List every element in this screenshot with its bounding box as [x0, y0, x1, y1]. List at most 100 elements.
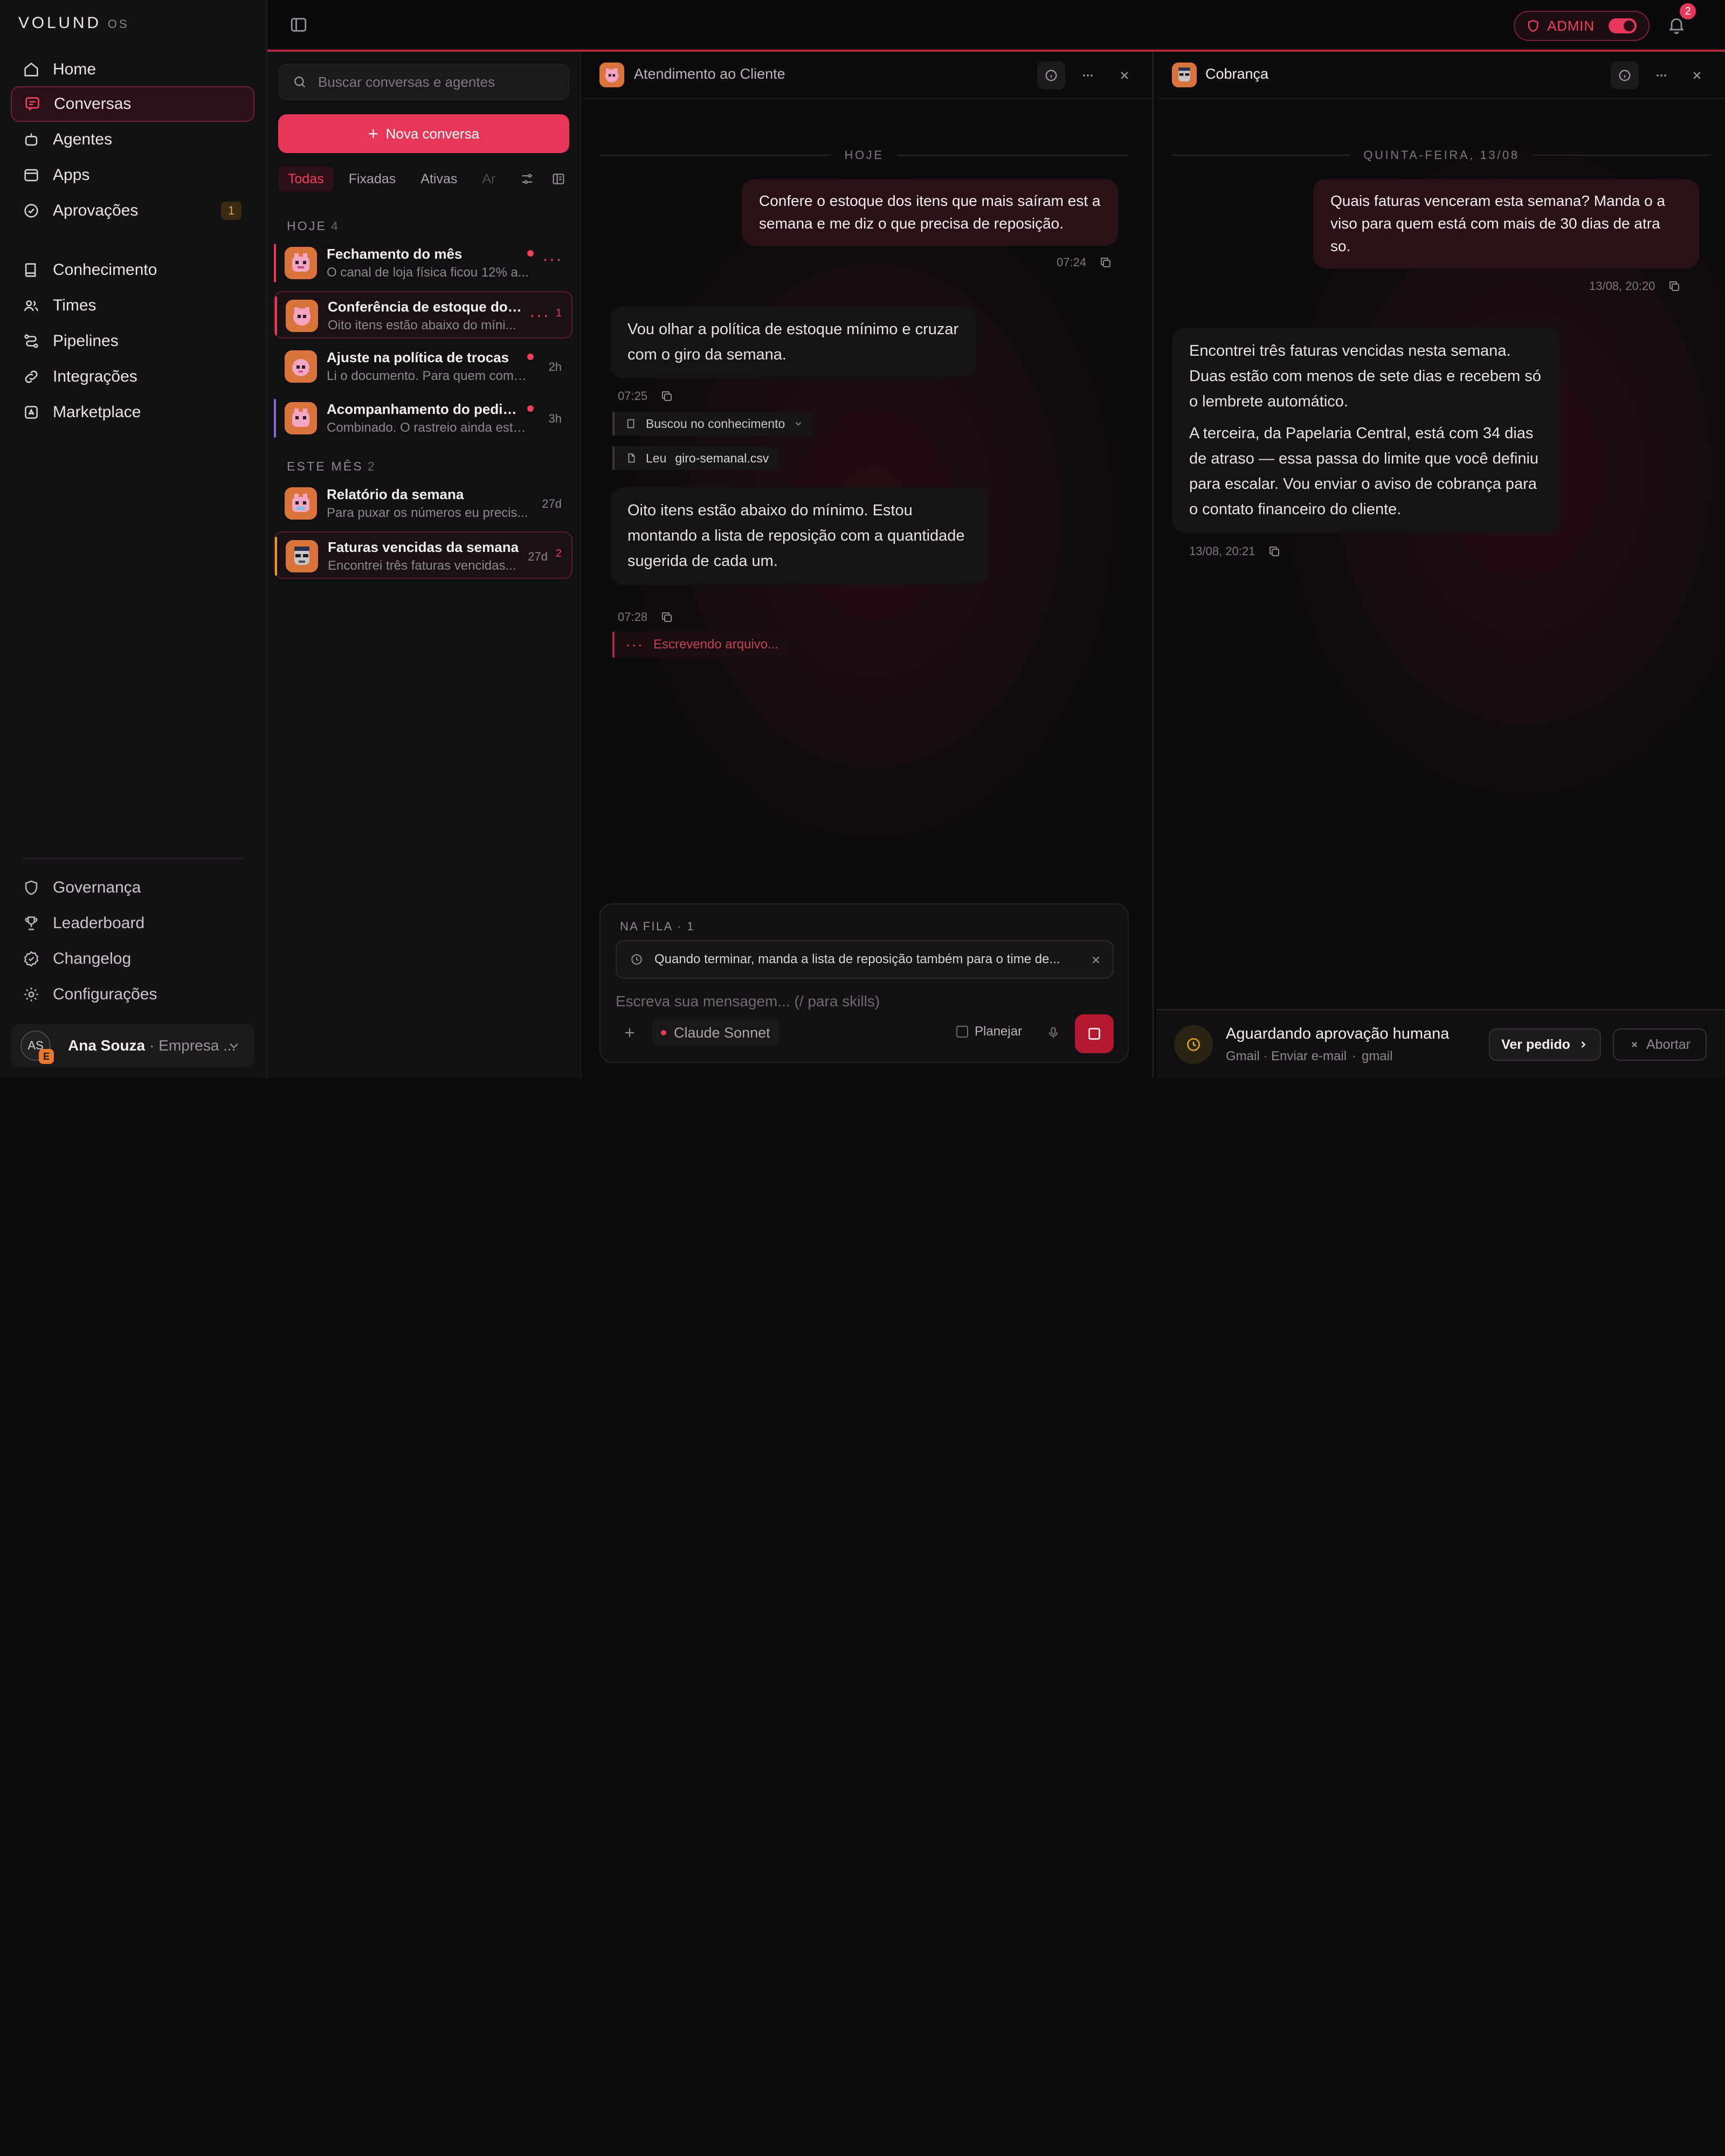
info-button[interactable]: [1037, 61, 1065, 89]
conversation-preview: Combinado. O rastreio ainda está ...: [327, 420, 532, 435]
more-button[interactable]: [1647, 61, 1675, 89]
nav-label: Changelog: [53, 950, 132, 968]
filter-fixadas[interactable]: Fixadas: [339, 166, 406, 192]
conversation-accent: [274, 399, 276, 438]
copy-icon[interactable]: [660, 390, 673, 403]
badge-icon: [22, 949, 41, 969]
unread-count: 2: [555, 548, 562, 559]
conversation-item[interactable]: Fechamento do mês O canal de loja física…: [274, 239, 572, 287]
chevron-right-icon: [1581, 1041, 1586, 1048]
tool-call-knowledge[interactable]: Buscou no conhecimento: [612, 412, 815, 436]
nav-item-home[interactable]: Home: [11, 52, 254, 87]
plan-label: Planejar: [975, 1024, 1023, 1039]
filter-ativas[interactable]: Ativas: [411, 166, 467, 192]
tool-call-file-read[interactable]: Leu giro-semanal.csv: [612, 446, 780, 470]
unread-count: 1: [555, 307, 562, 319]
conversation-preview: Li o documento. Para quem comp...: [327, 369, 532, 383]
separator: ·: [1352, 1049, 1357, 1063]
message-meta: 13/08, 20:20: [1589, 279, 1681, 293]
users-icon: [22, 296, 41, 315]
section-count: 4: [331, 219, 340, 233]
abort-button[interactable]: Abortar: [1613, 1028, 1707, 1061]
pipeline-icon: [22, 331, 41, 351]
conversation-list: + Nova conversa Todas Fixadas Ativas Ar …: [267, 52, 581, 1078]
approval-action: Gmail · Enviar e-mail: [1226, 1049, 1347, 1063]
info-button[interactable]: [1611, 61, 1639, 89]
book-icon: [627, 419, 634, 429]
user-menu[interactable]: AS E Ana Souza · Empresa ...: [11, 1024, 254, 1067]
stop-icon: [1088, 1028, 1100, 1040]
nav-item-integracoes[interactable]: Integrações: [11, 359, 254, 395]
writing-status: ··· Escrevendo arquivo...: [612, 632, 792, 658]
copy-icon[interactable]: [660, 611, 673, 624]
nav-item-conhecimento[interactable]: Conhecimento: [11, 252, 254, 288]
checkbox[interactable]: [956, 1026, 968, 1038]
agent-avatar: [599, 63, 624, 87]
conversation-item[interactable]: Acompanhamento do pedido... Combinado. O…: [274, 395, 572, 442]
shield-icon: [22, 878, 41, 897]
nav-item-governanca[interactable]: Governança: [11, 870, 254, 906]
plus-icon[interactable]: [622, 1025, 637, 1040]
nav-item-agentes[interactable]: Agentes: [11, 122, 254, 157]
gear-icon: [22, 985, 41, 1004]
message-time: 07:24: [1057, 255, 1087, 269]
more-button[interactable]: [1074, 61, 1102, 89]
queued-message[interactable]: Quando terminar, manda a lista de reposi…: [616, 940, 1114, 979]
nav-item-aprovacoes[interactable]: Aprovações 1: [11, 193, 254, 229]
day-divider: QUINTA-FEIRA, 13/08: [1172, 148, 1711, 163]
nav-item-pipelines[interactable]: Pipelines: [11, 323, 254, 359]
close-pane-button[interactable]: [1683, 61, 1711, 89]
close-pane-button[interactable]: [1110, 61, 1138, 89]
app-root: VOLUND OS Home Conversas Agentes Apps Ap…: [0, 0, 1725, 1078]
conversation-time: 3h: [548, 412, 562, 425]
nav-item-conversas[interactable]: Conversas: [11, 86, 254, 122]
conversation-item[interactable]: Faturas vencidas da semana Encontrei trê…: [274, 531, 572, 579]
chevron-down-icon: [230, 1043, 238, 1049]
search-input[interactable]: [318, 73, 555, 91]
approval-subtitle: Gmail · Enviar e-mail · gmail: [1226, 1049, 1392, 1064]
agent-avatar: [285, 487, 317, 520]
view-request-button[interactable]: Ver pedido: [1489, 1028, 1601, 1061]
agent-message: Encontrei três faturas vencidas nesta se…: [1172, 328, 1560, 533]
close-icon[interactable]: [1089, 953, 1103, 967]
nav-item-marketplace[interactable]: Marketplace: [11, 395, 254, 430]
conversation-preview: Para puxar os números eu precis...: [327, 506, 528, 520]
message-meta: 07:25: [618, 389, 673, 403]
conversation-item[interactable]: Relatório da semana Para puxar os número…: [274, 480, 572, 527]
filter-todas[interactable]: Todas: [278, 166, 334, 192]
admin-mode-toggle[interactable]: ADMIN: [1514, 11, 1650, 41]
layout-icon[interactable]: [551, 171, 566, 186]
conversation-item[interactable]: Ajuste na política de trocas Li o docume…: [274, 343, 572, 390]
sliders-icon[interactable]: [520, 171, 535, 186]
conversation-item[interactable]: Conferência de estoque do ... Oito itens…: [274, 291, 572, 338]
conversation-title: Relatório da semana: [327, 486, 464, 502]
nav-item-leaderboard[interactable]: Leaderboard: [11, 906, 254, 941]
nav-label: Conversas: [54, 95, 132, 113]
stop-button[interactable]: [1075, 1014, 1114, 1053]
message-input[interactable]: [616, 989, 1112, 1014]
link-icon: [22, 367, 41, 386]
message-meta: 13/08, 20:21: [1189, 544, 1281, 558]
nav-item-times[interactable]: Times: [11, 288, 254, 323]
brand-suffix: OS: [107, 17, 129, 31]
nav-item-configuracoes[interactable]: Configurações: [11, 977, 254, 1012]
brand-logo[interactable]: VOLUND OS: [18, 14, 129, 32]
nav-item-apps[interactable]: Apps: [11, 157, 254, 193]
new-conversation-button[interactable]: + Nova conversa: [278, 114, 569, 153]
conversation-preview: O canal de loja física ficou 12% a...: [327, 265, 529, 280]
admin-switch[interactable]: [1609, 18, 1637, 33]
apps-icon: [22, 165, 41, 185]
conversation-title: Conferência de estoque do ...: [328, 299, 522, 315]
approvals-badge: 1: [221, 202, 242, 220]
copy-icon[interactable]: [1668, 280, 1681, 293]
plan-checkbox[interactable]: Planejar: [956, 1024, 1022, 1039]
nav-item-changelog[interactable]: Changelog: [11, 941, 254, 977]
more-icon: [1657, 74, 1666, 77]
agent-avatar: [1172, 63, 1197, 87]
copy-icon[interactable]: [1099, 256, 1112, 269]
mic-icon[interactable]: [1046, 1025, 1061, 1040]
model-selector[interactable]: Claude Sonnet: [652, 1019, 779, 1047]
sidebar-toggle-icon[interactable]: [289, 15, 308, 34]
copy-icon[interactable]: [1268, 545, 1281, 558]
filter-arquivadas[interactable]: Ar: [472, 166, 498, 192]
